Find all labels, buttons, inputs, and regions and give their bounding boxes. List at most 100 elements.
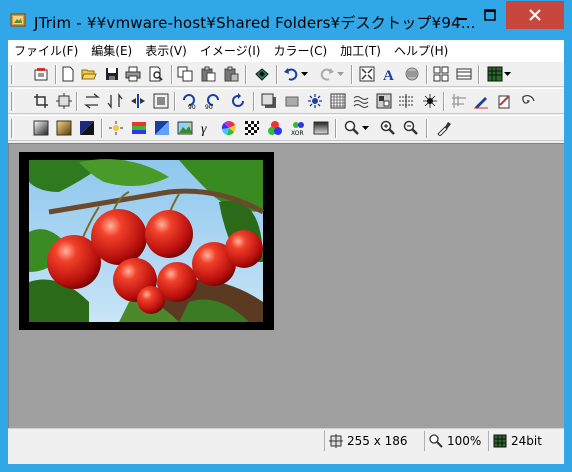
svg-text:XOR: XOR (291, 130, 304, 136)
undo-icon (284, 68, 298, 81)
cherries-photo (19, 152, 274, 330)
copy-button[interactable] (176, 65, 194, 83)
paste-new-button[interactable] (222, 65, 240, 83)
wave-button[interactable] (352, 92, 370, 110)
print-preview-button[interactable] (147, 65, 165, 83)
checker-button[interactable] (243, 119, 261, 137)
minimize-button[interactable] (448, 1, 476, 29)
toolbar-separator (253, 92, 255, 111)
hue-icon (155, 121, 169, 135)
color-wheel-button[interactable] (220, 119, 238, 137)
filmstrip-button[interactable] (455, 65, 473, 83)
capture-button[interactable] (253, 65, 271, 83)
new-button[interactable] (59, 65, 77, 83)
undo-button[interactable] (282, 65, 300, 83)
mosaic-button[interactable] (329, 92, 347, 110)
mosaic-icon (330, 93, 346, 109)
zoom-dropdown[interactable] (361, 119, 369, 137)
chevron-down-icon (336, 72, 344, 76)
fit-window-button[interactable] (358, 65, 376, 83)
palette-button[interactable] (486, 65, 504, 83)
image-canvas[interactable] (19, 152, 274, 330)
title-bar[interactable]: JTrim - ¥¥vmware-host¥Shared Folders¥デスク… (0, 0, 572, 40)
xor-button[interactable]: XOR (289, 119, 307, 137)
resize-canvas-button[interactable] (55, 92, 73, 110)
toolbar-grip[interactable] (11, 119, 14, 138)
gradient-button[interactable] (312, 119, 330, 137)
noise-button[interactable] (421, 92, 439, 110)
toolbar-separator (171, 65, 173, 84)
flip-vertical-button[interactable] (106, 92, 124, 110)
image-button[interactable] (176, 119, 194, 137)
rotate-right-90-button[interactable]: 90 (204, 92, 222, 110)
status-size-text: 255 x 186 (347, 434, 408, 448)
status-depth: 24bit (488, 431, 564, 451)
blur-icon (452, 94, 466, 108)
toolbar-row-3: γ XOR (8, 115, 564, 141)
blur-button[interactable] (450, 92, 468, 110)
close-button[interactable] (506, 1, 564, 29)
shadow-button[interactable] (260, 92, 278, 110)
menu-tools[interactable]: 加工(T) (334, 42, 388, 59)
crop-button[interactable] (32, 92, 50, 110)
rgb-button[interactable] (266, 119, 284, 137)
search-zoom-button[interactable] (343, 119, 361, 137)
text-button[interactable]: A (380, 65, 398, 83)
sunburst-button[interactable] (306, 92, 324, 110)
brightness-button[interactable] (107, 119, 125, 137)
maximize-icon (483, 9, 496, 21)
status-zoom-text: 100% (447, 434, 482, 448)
crop-icon (34, 94, 48, 108)
print-button[interactable] (124, 65, 142, 83)
rotate-free-icon (232, 93, 244, 107)
menu-help[interactable]: ヘルプ(H) (388, 42, 455, 59)
menu-view[interactable]: 表示(V) (139, 42, 194, 59)
menu-image[interactable]: イメージ(I) (194, 42, 268, 59)
toolbar-separator (426, 65, 428, 84)
pen-button[interactable] (472, 92, 490, 110)
menu-edit[interactable]: 編集(E) (85, 42, 139, 59)
shadow-icon (261, 93, 276, 108)
maximize-button[interactable] (476, 1, 503, 29)
toolbar-grip[interactable] (11, 92, 14, 111)
palette-dropdown[interactable] (503, 65, 511, 83)
canvas-area[interactable] (8, 143, 564, 428)
eyedropper-button[interactable] (435, 119, 453, 137)
sepia-button[interactable] (55, 119, 73, 137)
zoom-in-button[interactable] (379, 119, 397, 137)
emboss-button[interactable] (375, 92, 393, 110)
zoom-in-icon (380, 120, 395, 135)
paste-button[interactable] (199, 65, 217, 83)
redo-dropdown[interactable] (336, 65, 344, 83)
rotate-left-90-button[interactable]: 90 (180, 92, 198, 110)
color-balance-button[interactable] (130, 119, 148, 137)
menu-color[interactable]: カラー(C) (267, 42, 334, 59)
paste-icon (201, 66, 216, 82)
hue-button[interactable] (153, 119, 171, 137)
bevel-icon (285, 96, 299, 107)
mirror-button[interactable] (129, 92, 147, 110)
svg-text:90: 90 (205, 104, 213, 110)
undo-dropdown[interactable] (300, 65, 308, 83)
frame-button[interactable] (152, 92, 170, 110)
edge-button[interactable] (397, 92, 415, 110)
bevel-button[interactable] (283, 92, 301, 110)
redo-button[interactable] (318, 65, 336, 83)
resize-button[interactable] (403, 65, 421, 83)
open-button[interactable] (80, 65, 98, 83)
rotate-free-button[interactable] (229, 92, 247, 110)
thumbnail-button[interactable] (432, 65, 450, 83)
swirl-button[interactable] (518, 92, 536, 110)
toolbar-grip[interactable] (11, 65, 14, 84)
print-setup-button[interactable] (32, 65, 50, 83)
menu-file[interactable]: ファイル(F) (8, 42, 85, 59)
zoom-out-button[interactable] (402, 119, 420, 137)
negative-button[interactable] (78, 119, 96, 137)
grayscale-button[interactable] (32, 119, 50, 137)
thumbnail-icon (433, 66, 449, 82)
jtrim-app-icon[interactable] (10, 12, 26, 28)
save-button[interactable] (103, 65, 121, 83)
gamma-button[interactable]: γ (197, 119, 215, 137)
eraser-button[interactable] (495, 92, 513, 110)
flip-horizontal-button[interactable] (83, 92, 101, 110)
